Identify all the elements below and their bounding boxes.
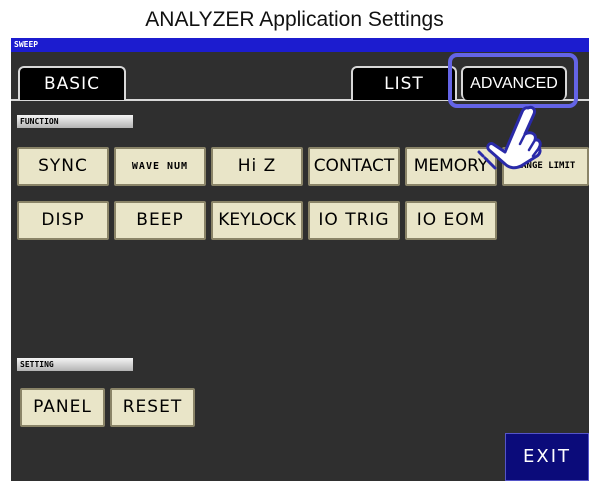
status-bar: SWEEP [11, 38, 589, 52]
io-eom-button[interactable]: IO EOM [405, 201, 497, 240]
mode-label: SWEEP [14, 40, 39, 49]
wave-num-button[interactable]: WAVE NUM [114, 147, 206, 186]
pointing-hand-icon [477, 105, 542, 170]
hi-z-button[interactable]: Hi Z [211, 147, 303, 186]
function-section-label: FUNCTION [17, 115, 133, 128]
reset-button[interactable]: RESET [110, 388, 195, 427]
setting-section-label: SETTING [17, 358, 133, 371]
page-title: ANALYZER Application Settings [145, 8, 444, 31]
io-trig-button[interactable]: IO TRIG [308, 201, 400, 240]
sync-button[interactable]: SYNC [17, 147, 109, 186]
beep-button[interactable]: BEEP [114, 201, 206, 240]
exit-button[interactable]: EXIT [505, 433, 589, 481]
disp-button[interactable]: DISP [17, 201, 109, 240]
advanced-tab-highlight [448, 53, 578, 108]
panel-button[interactable]: PANEL [20, 388, 105, 427]
contact-button[interactable]: CONTACT [308, 147, 400, 186]
keylock-button[interactable]: KEYLOCK [211, 201, 303, 240]
tab-list[interactable]: LIST [351, 66, 457, 100]
tab-basic[interactable]: BASIC [18, 66, 126, 100]
analyzer-screen: SWEEP BASIC LIST ADVANCED FUNCTION SYNC … [11, 38, 589, 481]
